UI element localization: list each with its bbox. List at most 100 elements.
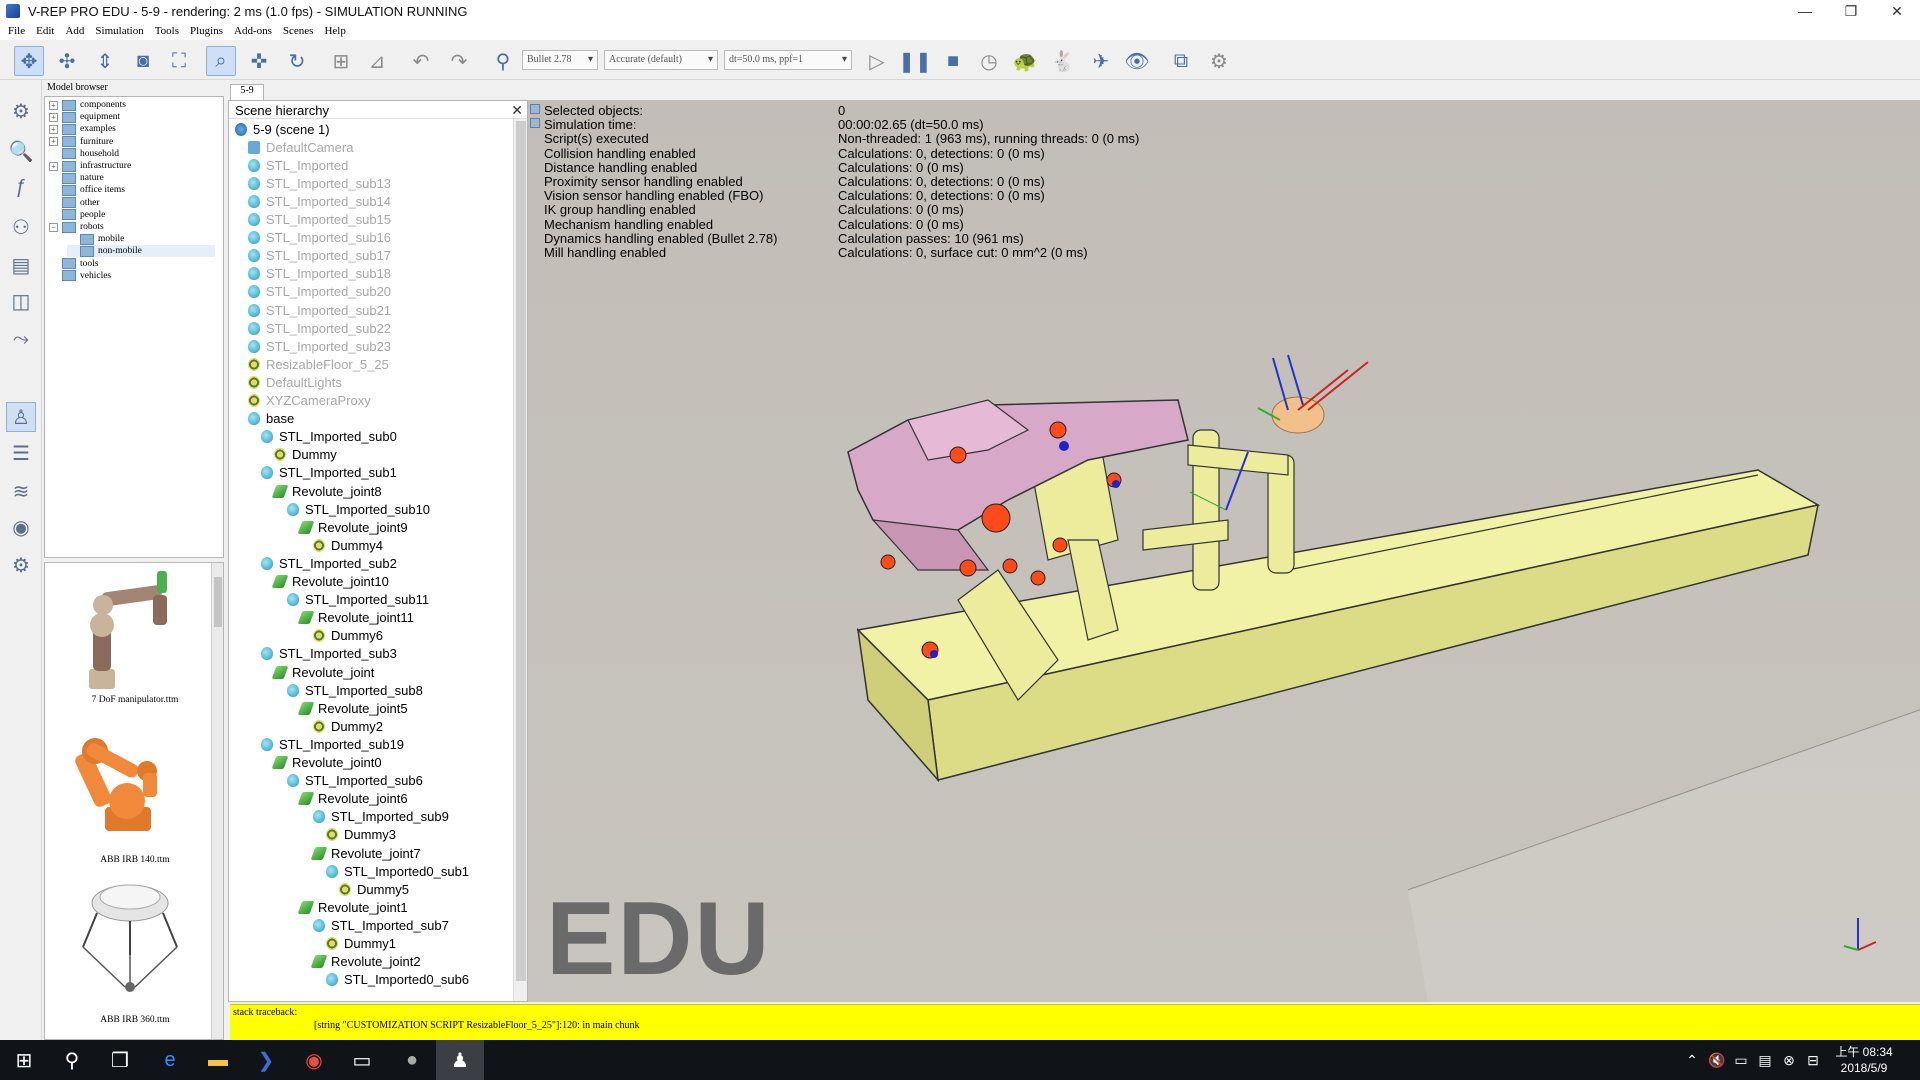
timestep-select[interactable]: dt=50.0 ms, ppf=1 — [724, 50, 852, 70]
close-button[interactable]: ✕ — [1874, 0, 1920, 22]
hierarchy-row[interactable]: STL_Imported_sub13 — [248, 174, 391, 192]
tray-arrow-icon[interactable]: ⌃ — [1682, 1040, 1702, 1080]
model-folder-item[interactable]: + examples — [49, 123, 215, 135]
menu-simulation[interactable]: Simulation — [95, 25, 143, 37]
speed-up-icon[interactable]: 🐇 — [1048, 46, 1078, 76]
camera-pan-icon[interactable]: ✥ — [14, 46, 44, 76]
hierarchy-row[interactable]: Revolute_joint5 — [297, 699, 408, 717]
ime-icon[interactable]: ⊟ — [1802, 1040, 1824, 1080]
minimize-button[interactable]: — — [1782, 0, 1828, 22]
hierarchy-row[interactable]: Revolute_joint1 — [297, 898, 408, 916]
layers-icon[interactable]: ≋ — [6, 476, 36, 506]
expand-toggle-icon[interactable]: + — [49, 112, 58, 122]
calculation-modules-icon[interactable]: ƒ — [6, 172, 36, 202]
chrome-icon[interactable]: ◉ — [290, 1040, 338, 1080]
hierarchy-row[interactable]: STL_Imported_sub16 — [248, 229, 391, 247]
model-folder-item[interactable]: mobile — [67, 233, 215, 245]
hierarchy-row[interactable]: XYZCameraProxy — [248, 392, 371, 410]
hierarchy-row[interactable]: STL_Imported_sub18 — [248, 265, 391, 283]
realtime-icon[interactable]: ◷ — [974, 46, 1004, 76]
start-icon[interactable]: ⊞ — [0, 1040, 48, 1080]
hierarchy-row[interactable]: DefaultLights — [248, 373, 342, 391]
hierarchy-row[interactable]: 5-9 (scene 1) — [235, 120, 330, 138]
hierarchy-row[interactable]: Revolute_joint8 — [271, 482, 382, 500]
model-folder-item[interactable]: + components — [49, 99, 215, 111]
menu-tools[interactable]: Tools — [155, 25, 179, 37]
hierarchy-row[interactable]: Dummy1 — [326, 935, 396, 953]
menu-add[interactable]: Add — [65, 25, 84, 37]
dynamics-content-icon[interactable]: ⚲ — [488, 46, 518, 76]
hierarchy-row[interactable]: STL_Imported_sub15 — [248, 211, 391, 229]
system-clock[interactable]: 上午 08:34 2018/5/9 — [1824, 1044, 1904, 1076]
network-icon[interactable]: ▭ — [1730, 1040, 1752, 1080]
hierarchy-row[interactable]: Revolute_joint6 — [297, 790, 408, 808]
volume-icon[interactable]: 🔇 — [1706, 1040, 1728, 1080]
hierarchy-row[interactable]: STL_Imported0_sub6 — [326, 971, 469, 989]
model-folder-item[interactable]: tools — [49, 258, 215, 270]
object-rotate-icon[interactable]: ↻ — [282, 46, 312, 76]
hierarchy-row[interactable]: Revolute_joint10 — [271, 573, 389, 591]
edge-icon[interactable]: e — [146, 1040, 194, 1080]
hierarchy-row[interactable]: Revolute_joint — [271, 663, 374, 681]
hierarchy-row[interactable]: DefaultCamera — [248, 138, 353, 156]
close-icon[interactable]: ✕ — [511, 102, 523, 119]
scene-selector-icon[interactable]: ⚙ — [1204, 46, 1234, 76]
menu-file[interactable]: File — [8, 25, 25, 37]
slow-down-icon[interactable]: 🐢 — [1010, 46, 1040, 76]
hierarchy-row[interactable]: STL_Imported_sub7 — [313, 916, 449, 934]
hierarchy-row[interactable]: STL_Imported_sub19 — [261, 735, 404, 753]
object-shift-icon[interactable]: ✜ — [244, 46, 274, 76]
menu-addons[interactable]: Add-ons — [234, 25, 272, 37]
visualization-toggle-icon[interactable]: 👁 — [1122, 46, 1152, 76]
user-settings-icon[interactable]: ⚙ — [6, 550, 36, 580]
menu-edit[interactable]: Edit — [36, 25, 54, 37]
model-folder-item[interactable]: office items — [49, 184, 215, 196]
stop-icon[interactable]: ■ — [938, 46, 968, 76]
hierarchy-row[interactable]: STL_Imported_sub22 — [248, 319, 391, 337]
alert-icon[interactable]: ⊗ — [1778, 1040, 1800, 1080]
model-folder-item[interactable]: + infrastructure — [49, 160, 215, 172]
task-view-icon[interactable]: ❐ — [96, 1040, 144, 1080]
camera-shift-icon[interactable]: ⇕ — [90, 46, 120, 76]
hierarchy-row[interactable]: STL_Imported_sub14 — [248, 192, 391, 210]
model-folder-item[interactable]: household — [49, 148, 215, 160]
hierarchy-row[interactable]: STL_Imported_sub11 — [287, 591, 429, 609]
simulation-settings-icon[interactable]: ⚙ — [6, 96, 36, 126]
terminal-icon[interactable]: ▭ — [338, 1040, 386, 1080]
hierarchy-row[interactable]: STL_Imported_sub3 — [261, 645, 397, 663]
viewport-toggle-icon[interactable] — [530, 118, 540, 128]
model-folder-item[interactable]: − robots — [49, 221, 215, 233]
menu-plugins[interactable]: Plugins — [190, 25, 223, 37]
hierarchy-row[interactable]: Dummy3 — [326, 826, 396, 844]
model-browser-toggle-icon[interactable]: ♙ — [6, 402, 36, 432]
scene-hierarchy-toggle-icon[interactable]: ☰ — [6, 438, 36, 468]
fit-to-view-icon[interactable]: ⛶ — [164, 46, 194, 76]
hierarchy-row[interactable]: STL_Imported_sub2 — [261, 554, 397, 572]
hierarchy-row[interactable]: Dummy — [274, 446, 337, 464]
path-edit-icon[interactable]: ⤳ — [6, 324, 36, 354]
hierarchy-row[interactable]: Dummy4 — [313, 536, 383, 554]
model-folder-item[interactable]: + equipment — [49, 111, 215, 123]
hierarchy-row[interactable]: Revolute_joint2 — [310, 953, 421, 971]
undo-icon[interactable]: ↶ — [406, 46, 436, 76]
hierarchy-row[interactable]: Revolute_joint11 — [297, 609, 414, 627]
menu-help[interactable]: Help — [324, 25, 345, 37]
hierarchy-row[interactable]: STL_Imported — [248, 156, 348, 174]
hierarchy-row[interactable]: ResizableFloor_5_25 — [248, 355, 389, 373]
running-app-icon[interactable]: ♟ — [436, 1040, 484, 1080]
model-folder-item[interactable]: nature — [49, 172, 215, 184]
hierarchy-row[interactable]: STL_Imported_sub0 — [261, 428, 397, 446]
physics-engine-select[interactable]: Bullet 2.78 — [522, 50, 598, 70]
thumbnail-abb-irb-360[interactable] — [55, 869, 205, 999]
transfer-dna-icon[interactable]: ⊿ — [362, 46, 392, 76]
model-folder-item[interactable]: other — [49, 197, 215, 209]
hierarchy-row[interactable]: STL_Imported_sub6 — [287, 772, 423, 790]
camera-angle-icon[interactable]: ◙ — [128, 46, 158, 76]
model-folder-item[interactable]: + furniture — [49, 136, 215, 148]
video-recorder-icon[interactable]: ◉ — [6, 512, 36, 542]
hierarchy-row[interactable]: STL_Imported_sub9 — [313, 808, 449, 826]
page-selector-icon[interactable]: ⧉ — [1166, 46, 1196, 76]
expand-toggle-icon[interactable]: + — [49, 161, 58, 171]
menu-scenes[interactable]: Scenes — [283, 25, 314, 37]
tab-scene[interactable]: 5-9 — [230, 84, 264, 100]
